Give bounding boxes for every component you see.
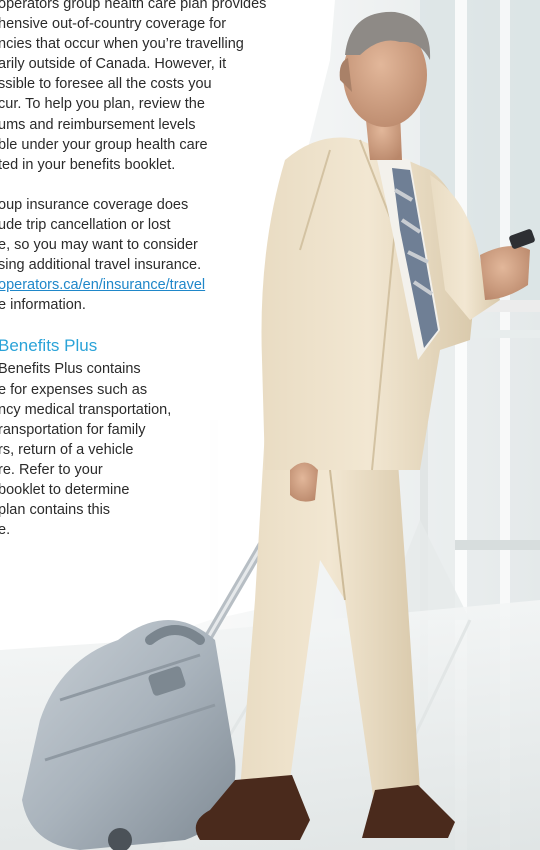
text-line: ssible to foresee all the costs you	[0, 76, 212, 93]
text-line: e, so you may want to consider	[0, 237, 198, 254]
article-text: operators group health care plan provide…	[0, 0, 328, 560]
benefits-plus-paragraph: Benefits Plus contains e for expenses su…	[0, 359, 328, 540]
travel-insurance-link[interactable]: operators.ca/en/insurance/travel	[0, 275, 328, 295]
section-heading: Benefits Plus	[0, 336, 98, 356]
text-line: arily outside of Canada. However, it	[0, 56, 227, 73]
text-line: ncies that occur when you’re travelling	[0, 36, 244, 53]
text-line: cur. To help you plan, review the	[0, 96, 205, 113]
coverage-paragraph: operators group health care plan provide…	[0, 0, 328, 175]
text-line: booklet to determine	[0, 481, 130, 498]
text-line: ums and reimbursement levels	[0, 116, 196, 133]
text-line: ncy medical transportation,	[0, 401, 172, 418]
text-line: ude trip cancellation or lost	[0, 216, 171, 233]
text-line: e for expenses such as	[0, 381, 148, 398]
text-line: ble under your group health care	[0, 136, 208, 153]
text-line: Benefits Plus contains	[0, 361, 141, 378]
text-line: e information.	[0, 297, 86, 314]
text-line: oup insurance coverage does	[0, 196, 189, 213]
text-line: plan contains this	[0, 502, 111, 519]
text-line: sing additional travel insurance.	[0, 257, 202, 274]
text-line: ted in your benefits booklet.	[0, 156, 176, 173]
text-line: rs, return of a vehicle	[0, 441, 134, 458]
text-line: e.	[0, 522, 11, 539]
travel-insurance-paragraph: oup insurance coverage does ude trip can…	[0, 195, 328, 316]
text-line: hensive out-of-country coverage for	[0, 16, 227, 33]
text-line: operators group health care plan provide…	[0, 0, 267, 12]
text-line: ransportation for family	[0, 421, 146, 438]
text-line: re. Refer to your	[0, 461, 103, 478]
